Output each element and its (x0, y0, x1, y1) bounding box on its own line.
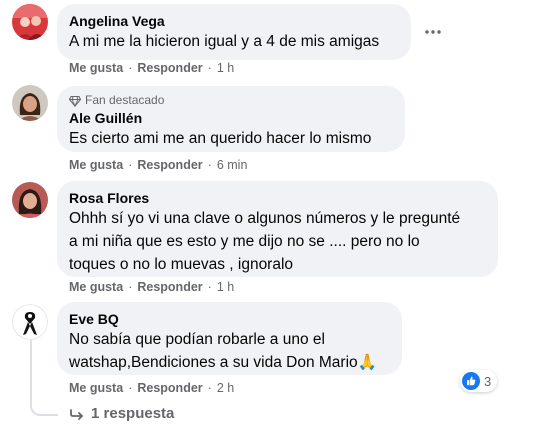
reply-arrow-icon (70, 408, 83, 420)
comment-text-line: No sabía que podían robarle a uno el (69, 331, 325, 348)
separator: · (207, 280, 212, 294)
avatar[interactable] (12, 4, 48, 40)
comment-actions: Me gusta · Responder · 1 h (69, 61, 234, 75)
separator: · (207, 61, 212, 75)
black-ribbon-avatar-icon (12, 304, 48, 340)
like-button[interactable]: Me gusta (69, 158, 123, 172)
separator: · (128, 158, 133, 172)
reply-button[interactable]: Responder (137, 280, 202, 294)
comment-bubble: Fan destacado Ale Guillén Es cierto ami … (57, 86, 405, 152)
timestamp[interactable]: 6 min (217, 158, 248, 172)
reaction-count: 3 (484, 373, 492, 389)
comment-actions: Me gusta · Responder · 2 h (69, 381, 234, 395)
person-avatar-red-icon (12, 4, 48, 40)
comment-text: A mi me la hicieron igual y a 4 de mis a… (69, 33, 380, 50)
thread-connector (30, 340, 58, 416)
comment-text: Es cierto ami me an querido hacer lo mis… (69, 130, 372, 147)
like-button[interactable]: Me gusta (69, 381, 123, 395)
comment-author[interactable]: Ale Guillén (69, 109, 393, 127)
timestamp[interactable]: 2 h (217, 381, 234, 395)
top-fan-badge[interactable]: Fan destacado (69, 93, 393, 108)
replies-count-label: 1 respuesta (91, 405, 175, 422)
avatar[interactable] (12, 85, 48, 121)
separator: · (128, 381, 133, 395)
reply-button[interactable]: Responder (137, 381, 202, 395)
avatar[interactable] (12, 182, 48, 218)
like-button[interactable]: Me gusta (69, 280, 123, 294)
comment-actions: Me gusta · Responder · 1 h (69, 280, 234, 294)
comment-author[interactable]: Rosa Flores (69, 189, 486, 207)
person-avatar-woman-icon (12, 85, 48, 121)
comment-bubble: Eve BQ No sabía que podían robarle a uno… (57, 302, 402, 375)
diamond-icon (69, 95, 81, 107)
reply-button[interactable]: Responder (137, 61, 202, 75)
reply-button[interactable]: Responder (137, 158, 202, 172)
comment-text-line: watshap,Bendiciones a su vida Don Mario🙏 (69, 354, 377, 371)
comment-text-line: Ohhh sí yo vi una clave o algunos número… (69, 210, 461, 227)
timestamp[interactable]: 1 h (217, 280, 234, 294)
comment-author[interactable]: Angelina Vega (69, 12, 399, 30)
separator: · (207, 158, 212, 172)
view-replies-link[interactable]: 1 respuesta (69, 405, 174, 422)
badge-label: Fan destacado (85, 93, 165, 107)
like-button[interactable]: Me gusta (69, 61, 123, 75)
more-dots-icon (425, 30, 441, 34)
separator: · (128, 61, 133, 75)
avatar[interactable] (12, 304, 48, 340)
comment-bubble: Rosa Flores Ohhh sí yo vi una clave o al… (57, 181, 498, 277)
reaction-summary[interactable]: 3 (460, 370, 498, 392)
timestamp[interactable]: 1 h (217, 61, 234, 75)
separator: · (128, 280, 133, 294)
comment-actions: Me gusta · Responder · 6 min (69, 158, 247, 172)
more-options-button[interactable] (417, 20, 449, 44)
like-icon (462, 372, 480, 390)
comment-text-line: a mi niña que es esto y me dijo no se ..… (69, 233, 420, 250)
person-avatar-woman-2-icon (12, 182, 48, 218)
comment-text-line: toques o no lo muevas , ignoralo (69, 256, 294, 273)
comment-author[interactable]: Eve BQ (69, 310, 390, 328)
separator: · (207, 381, 212, 395)
comment-bubble: Angelina Vega A mi me la hicieron igual … (57, 4, 411, 60)
